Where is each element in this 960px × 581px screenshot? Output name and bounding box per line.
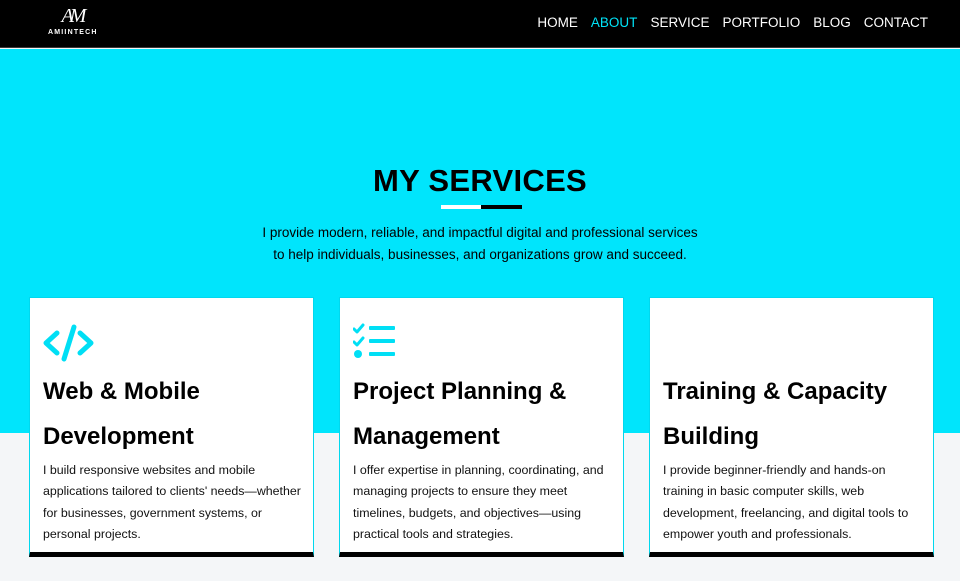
- section-title: MY SERVICES: [372, 163, 588, 198]
- nav-portfolio[interactable]: PORTFOLIO: [722, 15, 800, 30]
- card-description: I build responsive websites and mobile a…: [43, 463, 301, 541]
- underline-dark-segment: [481, 205, 522, 209]
- nav-about[interactable]: ABOUT: [591, 15, 638, 30]
- service-card-training[interactable]: Training & Capacity Building I provide b…: [649, 297, 934, 557]
- service-card-project-management[interactable]: Project Planning & Management I offer ex…: [339, 297, 624, 557]
- card-title-line-2: Building: [663, 423, 759, 450]
- card-description: I offer expertise in planning, coordinat…: [353, 463, 604, 541]
- section-intro: I provide modern, reliable, and impactfu…: [0, 222, 960, 266]
- title-underline: [441, 205, 522, 209]
- card-title-line-2: Management: [353, 423, 500, 450]
- card-title: Training & Capacity Building: [663, 369, 928, 459]
- card-title-line-1: Web & Mobile: [43, 378, 200, 405]
- card-title-line-2: Development: [43, 423, 194, 450]
- card-title: Web & Mobile Development: [43, 369, 308, 459]
- nav-home[interactable]: HOME: [537, 15, 578, 30]
- brand-logo[interactable]: AM AMIINTECH: [48, 4, 96, 42]
- nav-blog[interactable]: BLOG: [813, 15, 851, 30]
- code-icon: [43, 323, 97, 363]
- intro-line-2: to help individuals, businesses, and org…: [273, 247, 687, 262]
- card-title-line-1: Training & Capacity: [663, 378, 888, 405]
- logo-mark: AM: [61, 5, 87, 27]
- top-navbar: AM AMIINTECH HOME ABOUT SERVICE PORTFOLI…: [0, 0, 960, 48]
- underline-light-segment: [441, 205, 481, 209]
- card-title-line-1: Project Planning &: [353, 378, 567, 405]
- card-description: I provide beginner-friendly and hands-on…: [663, 463, 909, 541]
- card-title: Project Planning & Management: [353, 369, 618, 459]
- nav-contact[interactable]: CONTACT: [864, 15, 928, 30]
- nav-service[interactable]: SERVICE: [650, 15, 709, 30]
- nav-menu: HOME ABOUT SERVICE PORTFOLIO BLOG CONTAC…: [537, 0, 928, 44]
- task-list-icon: [352, 323, 407, 363]
- logo-text: AMIINTECH: [48, 29, 98, 36]
- intro-line-1: I provide modern, reliable, and impactfu…: [262, 225, 698, 240]
- service-card-web-mobile[interactable]: Web & Mobile Development I build respons…: [29, 297, 314, 557]
